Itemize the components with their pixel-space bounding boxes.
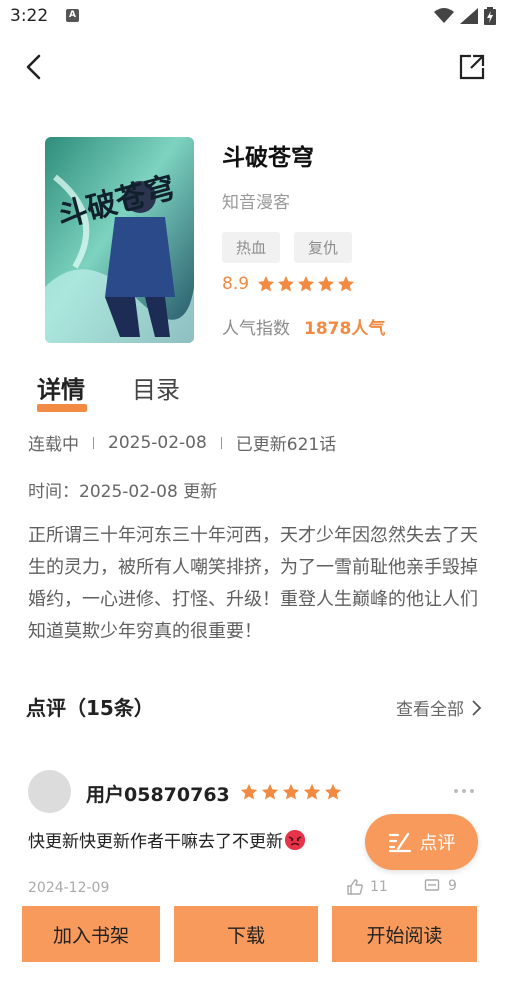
tag-item[interactable]: 热血	[222, 232, 281, 263]
tag-item[interactable]: 复仇	[294, 232, 353, 263]
wifi-icon	[434, 8, 454, 23]
popularity-value: 1878人气	[304, 319, 386, 339]
star-icon	[337, 275, 355, 292]
reviews-title: 点评（15条）	[26, 696, 154, 720]
popularity: 人气指数 1878人气	[222, 314, 385, 339]
publish-date: 2025-02-08	[108, 432, 207, 453]
serial-status: 连载中	[28, 435, 79, 455]
star-icon	[297, 275, 315, 292]
share-button[interactable]	[458, 53, 486, 81]
update-time: 时间：2025-02-08 更新	[28, 482, 218, 502]
write-review-label: 点评	[419, 833, 456, 854]
tag-list: 热血 复仇	[222, 232, 353, 263]
thumbs-up-icon	[347, 879, 363, 895]
angry-emoji-icon	[285, 829, 305, 850]
star-icon	[317, 275, 335, 292]
review-username[interactable]: 用户05870763	[86, 780, 230, 807]
rating-stars	[257, 275, 355, 293]
star-icon	[240, 783, 258, 800]
star-icon	[257, 275, 275, 292]
tab-detail[interactable]: 详情	[37, 370, 85, 405]
divider	[220, 436, 222, 449]
chevron-left-icon	[26, 54, 41, 80]
back-button[interactable]	[20, 52, 50, 82]
comment-button[interactable]: 9	[424, 878, 457, 894]
edit-icon	[388, 832, 411, 853]
status-icons	[434, 7, 496, 25]
more-dots-icon	[454, 789, 474, 793]
popularity-label: 人气指数	[222, 319, 290, 339]
book-title: 斗破苍穹	[222, 145, 314, 171]
rating-score: 8.9	[222, 274, 250, 294]
meta-line: 连载中 2025-02-08 已更新621话	[28, 430, 337, 456]
tab-indicator	[37, 404, 87, 412]
book-cover[interactable]: 斗破苍穹	[45, 137, 194, 343]
star-icon	[277, 275, 295, 292]
divider	[93, 436, 94, 449]
star-icon	[324, 783, 342, 800]
add-to-shelf-button[interactable]: 加入书架	[22, 906, 160, 962]
view-all-label: 查看全部	[396, 700, 464, 720]
start-reading-button[interactable]: 开始阅读	[332, 906, 477, 962]
status-time: 3:22	[10, 6, 49, 26]
comment-icon	[424, 879, 440, 891]
comment-count: 9	[448, 878, 457, 894]
review-text: 快更新快更新作者干嘛去了不更新	[28, 827, 305, 852]
review-date: 2024-12-09	[28, 880, 110, 896]
star-icon	[303, 783, 321, 800]
star-icon	[282, 783, 300, 800]
view-all-reviews-link[interactable]: 查看全部	[396, 695, 482, 720]
battery-charging-icon	[484, 7, 496, 25]
review-text-content: 快更新快更新作者干嘛去了不更新	[28, 832, 283, 852]
like-button[interactable]: 11	[346, 878, 388, 896]
status-bar: 3:22 A	[0, 0, 506, 34]
book-description: 正所谓三十年河东三十年河西，天才少年因忽然失去了天生的灵力，被所有人嘲笑排挤，为…	[28, 525, 478, 642]
tab-catalog[interactable]: 目录	[132, 370, 180, 405]
review-stars	[240, 783, 342, 801]
more-options-button[interactable]	[452, 782, 476, 800]
status-indicator-icon: A	[66, 9, 79, 22]
like-count: 11	[370, 879, 388, 895]
star-icon	[261, 783, 279, 800]
write-review-button[interactable]: 点评	[365, 814, 478, 870]
signal-icon	[460, 8, 478, 24]
download-button[interactable]: 下载	[174, 906, 318, 962]
chevron-right-icon	[472, 699, 482, 716]
chapter-count: 已更新621话	[235, 435, 337, 455]
avatar[interactable]	[28, 770, 71, 813]
rating: 8.9	[222, 274, 355, 294]
share-icon	[459, 54, 485, 80]
cover-illustration: 斗破苍穹	[45, 137, 194, 343]
book-author[interactable]: 知音漫客	[222, 188, 290, 213]
